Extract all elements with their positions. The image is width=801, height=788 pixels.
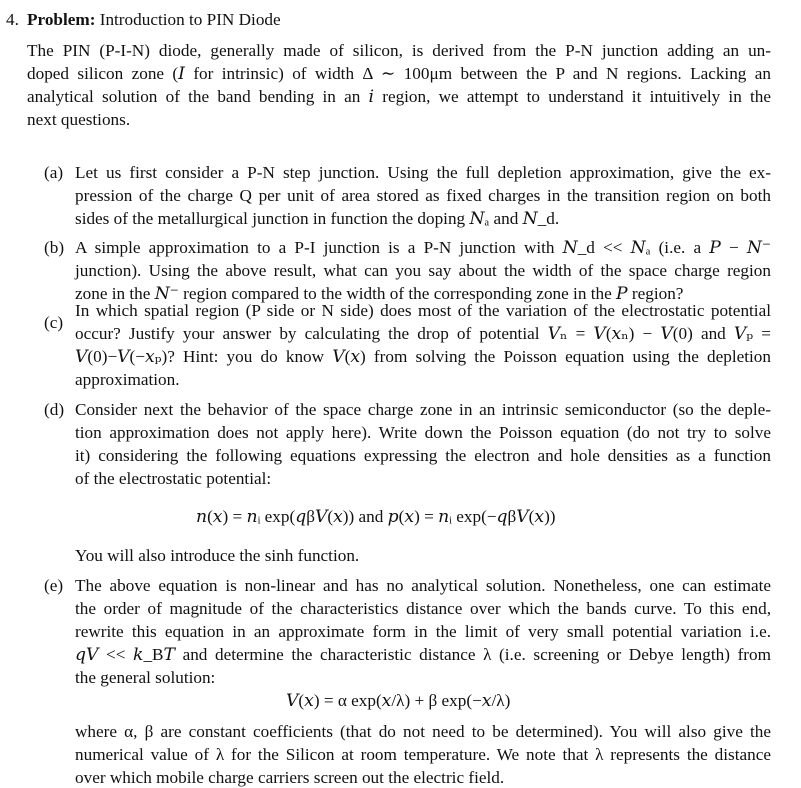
question-line: the order of magnitude of the characteri…	[75, 599, 771, 618]
question-line: approximation.	[75, 370, 180, 389]
question-line: 𝑉(0)−𝑉(−𝑥ₚ)? Hint: you do know 𝑉(𝑥) from…	[75, 347, 771, 366]
density-equations: 𝑛(𝑥) = 𝑛ᵢ exp(𝑞β𝑉(𝑥)) and 𝑝(𝑥) = 𝑛ᵢ exp(…	[196, 507, 556, 526]
question-label: (e)	[44, 576, 64, 595]
problem-title-bold: Problem:	[27, 10, 96, 29]
intro-line: The PIN (P-I-N) diode, generally made of…	[27, 41, 771, 60]
question-line: The above equation is non-linear and has…	[75, 576, 771, 595]
question-line: occur? Justify your answer by calculatin…	[75, 324, 771, 343]
question-line: the general solution:	[75, 668, 216, 687]
question-line: sides of the metallurgical junction in f…	[75, 209, 560, 228]
question-line: where α, β are constant coefficients (th…	[75, 722, 771, 741]
question-label: (c)	[44, 313, 64, 332]
problem-title: Problem: Introduction to PIN Diode	[27, 10, 281, 30]
question-line: Let us first consider a P-N step junctio…	[75, 163, 771, 182]
intro-line: next questions.	[27, 110, 131, 129]
question-line: over which mobile charge carriers screen…	[75, 768, 505, 787]
question-line: tion approximation does not apply here).…	[75, 423, 771, 442]
question-label: (b)	[44, 238, 65, 257]
question-line: In which spatial region (P side or N sid…	[75, 301, 771, 320]
intro-line: analytical solution of the band bending …	[27, 87, 771, 106]
question-note: You will also introduce the sinh functio…	[75, 546, 360, 565]
question-line: of the electrostatic potential:	[75, 469, 272, 488]
question-label: (a)	[44, 163, 64, 182]
question-line: 𝑞𝑉 << 𝑘_B𝑇 and determine the characteris…	[75, 645, 771, 664]
question-line: junction). Using the above result, what …	[75, 261, 771, 280]
question-line: pression of the charge Q per unit of are…	[75, 186, 771, 205]
problem-number: 4.	[6, 10, 19, 29]
document-page: 4. Problem: Introduction to PIN Diode Th…	[0, 0, 801, 788]
question-line: numerical value of λ for the Silicon at …	[75, 745, 771, 764]
question-line: A simple approximation to a P-I junction…	[75, 238, 771, 257]
intro-line: doped silicon zone (𝐼 for intrinsic) of …	[27, 64, 771, 83]
question-line: rewrite this equation in an approximate …	[75, 622, 771, 641]
problem-title-text: Introduction to PIN Diode	[99, 10, 281, 29]
general-solution-equation: 𝑉(𝑥) = α exp(𝑥/λ) + β exp(−𝑥/λ)	[286, 691, 511, 710]
question-line: Consider next the behavior of the space …	[75, 400, 771, 419]
question-label: (d)	[44, 400, 65, 419]
question-line: it) considering the following equations …	[75, 446, 771, 465]
